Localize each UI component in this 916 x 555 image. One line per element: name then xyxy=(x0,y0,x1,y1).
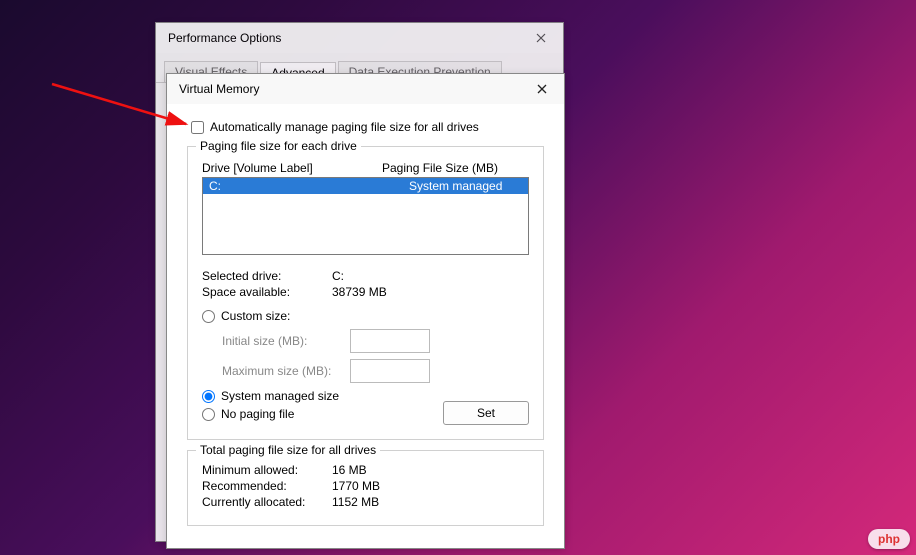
vm-close-button[interactable] xyxy=(528,75,556,103)
close-icon xyxy=(537,84,547,94)
custom-size-row: Custom size: xyxy=(202,309,529,323)
selected-info: Selected drive: C: Space available: 3873… xyxy=(202,269,529,299)
custom-size-radio[interactable] xyxy=(202,310,215,323)
close-icon xyxy=(536,33,546,43)
auto-manage-checkbox[interactable] xyxy=(191,121,204,134)
header-drive: Drive [Volume Label] xyxy=(202,161,382,175)
initial-size-label: Initial size (MB): xyxy=(222,334,350,348)
initial-size-input[interactable] xyxy=(350,329,430,353)
drive-letter: C: xyxy=(209,179,409,193)
recommended-value: 1770 MB xyxy=(332,479,380,493)
paging-file-group: Paging file size for each drive Drive [V… xyxy=(187,146,544,440)
auto-manage-label: Automatically manage paging file size fo… xyxy=(210,120,479,134)
close-button[interactable] xyxy=(527,24,555,52)
drive-list-header: Drive [Volume Label] Paging File Size (M… xyxy=(202,161,529,175)
drive-paging-size: System managed xyxy=(409,179,502,193)
drive-list[interactable]: C: System managed xyxy=(202,177,529,255)
space-available-label: Space available: xyxy=(202,285,332,299)
set-button[interactable]: Set xyxy=(443,401,529,425)
paging-group-title: Paging file size for each drive xyxy=(196,139,361,153)
system-managed-radio[interactable] xyxy=(202,390,215,403)
selected-drive-value: C: xyxy=(332,269,344,283)
totals-title: Total paging file size for all drives xyxy=(196,443,380,457)
current-value: 1152 MB xyxy=(332,495,379,509)
vm-titlebar: Virtual Memory xyxy=(167,74,564,104)
no-paging-label: No paging file xyxy=(221,407,294,421)
recommended-label: Recommended: xyxy=(202,479,332,493)
drive-row[interactable]: C: System managed xyxy=(203,178,528,194)
maximum-size-input[interactable] xyxy=(350,359,430,383)
system-managed-label: System managed size xyxy=(221,389,339,403)
custom-size-label: Custom size: xyxy=(221,309,290,323)
totals-group: Total paging file size for all drives Mi… xyxy=(187,450,544,526)
watermark: php xyxy=(868,529,910,549)
titlebar: Performance Options xyxy=(156,23,563,53)
no-paging-radio[interactable] xyxy=(202,408,215,421)
virtual-memory-dialog: Virtual Memory Automatically manage pagi… xyxy=(166,73,565,549)
selected-drive-label: Selected drive: xyxy=(202,269,332,283)
minimum-value: 16 MB xyxy=(332,463,367,477)
window-title: Performance Options xyxy=(168,31,281,45)
vm-title: Virtual Memory xyxy=(179,82,259,96)
minimum-label: Minimum allowed: xyxy=(202,463,332,477)
maximum-size-label: Maximum size (MB): xyxy=(222,364,350,378)
header-size: Paging File Size (MB) xyxy=(382,161,498,175)
space-available-value: 38739 MB xyxy=(332,285,387,299)
size-inputs: Initial size (MB): Maximum size (MB): xyxy=(222,329,529,383)
current-label: Currently allocated: xyxy=(202,495,332,509)
vm-content: Automatically manage paging file size fo… xyxy=(167,104,564,548)
